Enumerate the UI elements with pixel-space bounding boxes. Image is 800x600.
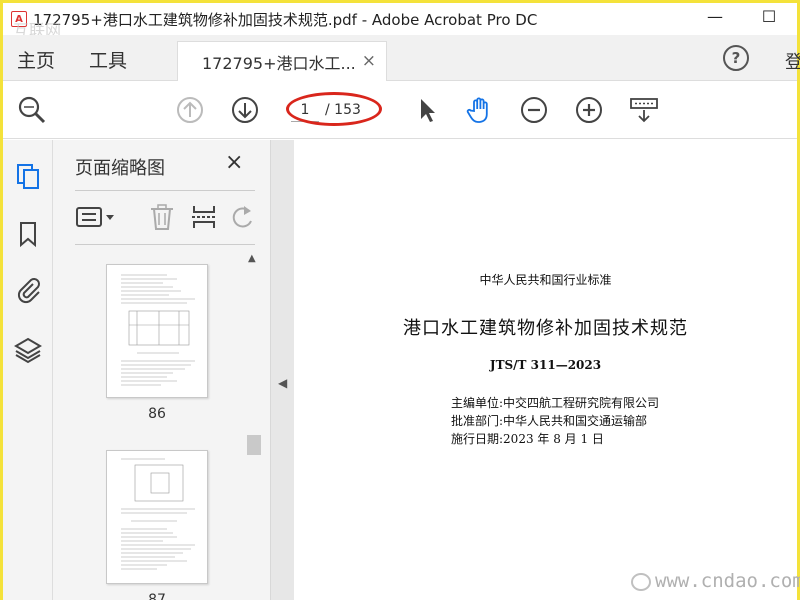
search-zoom-icon[interactable] [17,95,47,125]
standard-type: 中华人民共和国行业标准 [479,273,612,287]
panel-close-button[interactable]: × [225,150,243,175]
divider [75,244,255,245]
attachment-icon[interactable] [14,276,42,304]
app-window: A 172795+港口水工建筑物修补加固技术规范.pdf - Adobe Acr… [0,0,800,600]
hand-icon[interactable] [465,95,495,125]
thumbnail-options-icon[interactable] [75,202,119,232]
thumbnail-page-preview [121,458,195,570]
thumbnail-scrollbar[interactable]: ▲ [245,249,263,599]
document-tab-label: 172795+港口水工... [202,53,356,73]
minimize-button[interactable]: — [703,7,727,29]
page-total: / 153 [325,102,361,118]
help-icon[interactable]: ? [723,45,749,71]
tab-tools[interactable]: 工具 [89,46,127,73]
zoom-in-icon[interactable] [574,95,604,125]
thumbnail-panel: 页面缩略图 × 86 87 ▲ [53,140,270,600]
page-navigator: / 153 [291,98,381,122]
tab-bar: 主页 工具 172795+港口水工... × ? 登 [3,35,800,81]
zoom-out-icon[interactable] [519,95,549,125]
rotate-page-icon[interactable] [231,202,253,232]
document-title: 港口水工建筑物修补加固技术规范 [403,318,688,339]
next-page-icon[interactable] [230,95,260,125]
page-thumbnail[interactable] [106,450,208,584]
tab-home[interactable]: 主页 [17,46,55,73]
thumbnail-page-preview [121,274,195,386]
bookmark-icon[interactable] [14,220,42,248]
divider [75,190,255,191]
keyboard-icon[interactable] [629,95,659,125]
standard-code: JTS/T 311—2023 [489,358,602,372]
thumbnail-page-number: 86 [148,406,166,422]
collapse-panel-icon[interactable]: ◀ [278,376,287,390]
delete-page-icon[interactable] [149,202,175,232]
prev-page-icon[interactable] [175,95,205,125]
panel-title: 页面缩略图 [75,158,165,179]
document-view[interactable]: 中华人民共和国行业标准 港口水工建筑物修补加固技术规范 JTS/T 311—20… [294,140,797,600]
window-title: 172795+港口水工建筑物修补加固技术规范.pdf - Adobe Acrob… [33,10,538,29]
chief-editor: 主编单位:中交四航工程研究院有限公司 [451,396,660,410]
login-button[interactable]: 登 [785,48,800,74]
insert-page-icon[interactable] [191,202,217,232]
toolbar: / 153 [3,81,797,139]
thumbnail-page-number: 87 [148,592,166,600]
page-thumbnails-icon[interactable] [14,162,42,190]
scroll-up-icon[interactable]: ▲ [248,253,256,264]
close-tab-button[interactable]: × [362,51,376,71]
layers-icon[interactable] [14,336,42,364]
page-thumbnail[interactable] [106,264,208,398]
approved-by: 批准部门:中华人民共和国交通运输部 [451,414,648,428]
scrollbar-thumb[interactable] [247,435,261,455]
page-number-input[interactable] [291,98,319,122]
effective-date: 施行日期:2023 年 8 月 1 日 [451,432,604,446]
left-rail [3,140,53,600]
maximize-button[interactable]: ☐ [757,7,781,29]
select-cursor-icon[interactable] [411,95,441,125]
panel-splitter[interactable]: ◀ [270,140,294,600]
title-bar: A 172795+港口水工建筑物修补加固技术规范.pdf - Adobe Acr… [3,3,797,35]
tab-document[interactable]: 172795+港口水工... × [177,41,387,81]
acrobat-icon: A [11,11,27,27]
